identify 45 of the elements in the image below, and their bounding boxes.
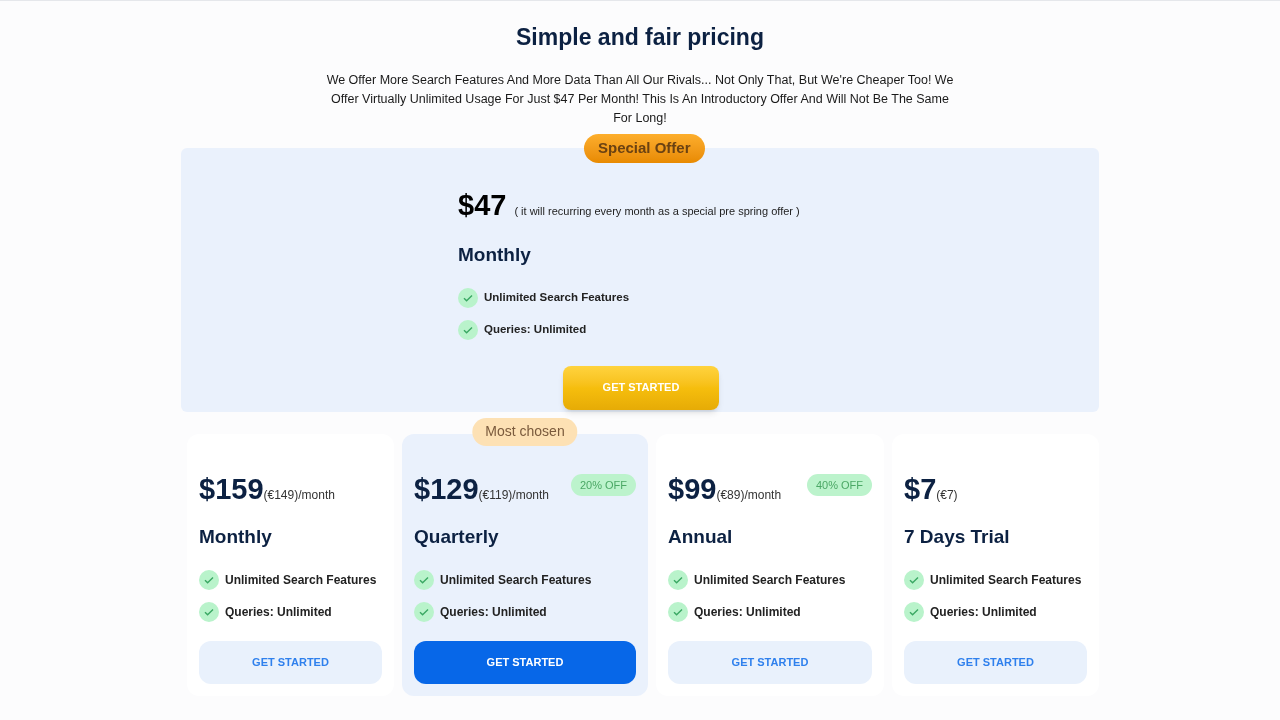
feature-text: Queries: Unlimited bbox=[694, 603, 801, 621]
check-icon bbox=[199, 601, 219, 622]
price: $159 bbox=[199, 471, 264, 507]
page-heading: Simple and fair pricing bbox=[516, 23, 764, 52]
price-suffix: (€149)/month bbox=[263, 487, 335, 504]
intro-paragraph: We Offer More Search Features And More Data Than All Our Rivals... Not Only That, But We're Cheaper Too! We Offer Virtually Unlimited Usage For Just $47 Per Month! This Is An Introductory Offer And Will Not Be The Same For Long! bbox=[325, 71, 955, 127]
feature-text: Queries: Unlimited bbox=[930, 603, 1037, 621]
plan-name: Monthly bbox=[458, 243, 532, 267]
special-offer-ribbon: Special Offer bbox=[584, 133, 705, 163]
plan-name: Annual bbox=[668, 525, 734, 549]
price-note: ( it will recurring every month as a special pre spring offer ) bbox=[514, 203, 800, 219]
check-icon bbox=[668, 601, 688, 622]
most-chosen-badge: Most chosen bbox=[472, 417, 578, 446]
check-icon bbox=[904, 601, 924, 622]
feature-text: Unlimited Search Features bbox=[484, 289, 630, 305]
price-suffix: (€119)/month bbox=[478, 487, 549, 504]
feature-text: Unlimited Search Features bbox=[440, 571, 592, 589]
feature-text: Queries: Unlimited bbox=[225, 603, 332, 621]
get-started-button[interactable]: GET STARTED bbox=[668, 640, 872, 684]
get-started-button[interactable]: GET STARTED bbox=[414, 640, 636, 684]
plan-name: Monthly bbox=[199, 525, 273, 549]
price: $99 bbox=[668, 471, 717, 507]
discount-badge: 20% OFF bbox=[570, 473, 636, 496]
check-icon bbox=[904, 569, 924, 590]
feature-text: Queries: Unlimited bbox=[484, 321, 587, 337]
price: $129 bbox=[414, 471, 479, 507]
check-icon bbox=[458, 287, 478, 308]
get-started-button[interactable]: GET STARTED bbox=[904, 640, 1087, 684]
price: $47 bbox=[458, 187, 507, 223]
discount-badge: 40% OFF bbox=[806, 473, 872, 496]
feature-text: Unlimited Search Features bbox=[225, 571, 377, 589]
check-icon bbox=[414, 601, 434, 622]
feature-text: Unlimited Search Features bbox=[694, 571, 846, 589]
price: $7 bbox=[904, 471, 937, 507]
plan-name: Quarterly bbox=[414, 525, 500, 549]
check-icon bbox=[458, 319, 478, 340]
price-suffix: (€89)/month bbox=[716, 487, 782, 504]
check-icon bbox=[414, 569, 434, 590]
get-started-button[interactable]: GET STARTED bbox=[199, 640, 382, 684]
price-suffix: (€7) bbox=[936, 486, 958, 504]
plan-name: 7 Days Trial bbox=[904, 525, 1011, 549]
feature-text: Unlimited Search Features bbox=[930, 571, 1082, 589]
feature-text: Queries: Unlimited bbox=[440, 603, 547, 621]
check-icon bbox=[668, 569, 688, 590]
check-icon bbox=[199, 569, 219, 590]
